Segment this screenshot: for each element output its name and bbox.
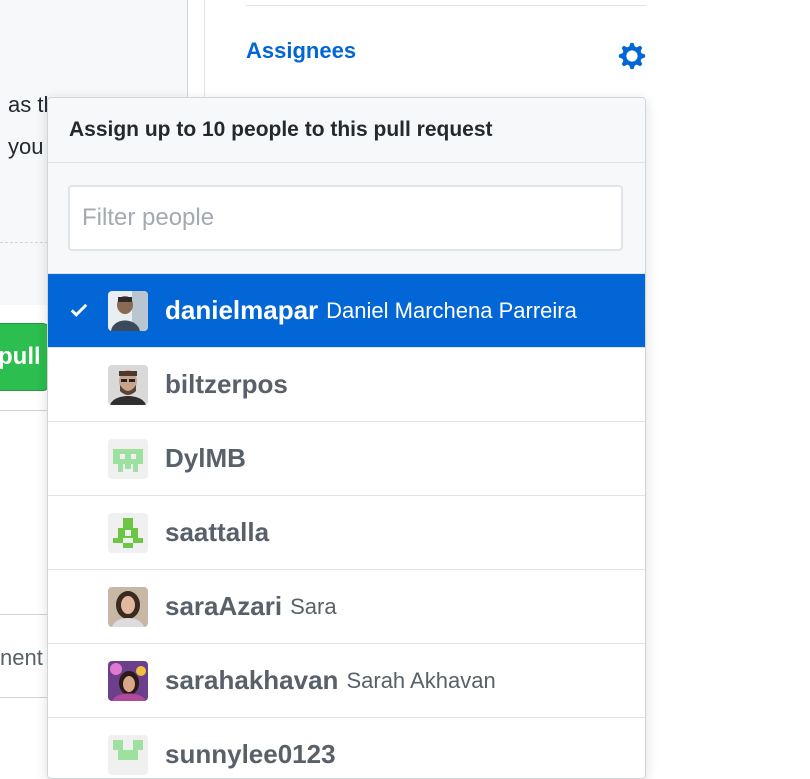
divider bbox=[0, 410, 48, 411]
avatar bbox=[108, 364, 148, 405]
person-login: biltzerpos bbox=[165, 369, 288, 399]
person-login: DylMB bbox=[165, 443, 246, 473]
avatar bbox=[108, 660, 148, 701]
person-login: sunnylee0123 bbox=[165, 739, 336, 769]
person-login: saraAzari bbox=[165, 591, 283, 621]
avatar bbox=[108, 290, 148, 331]
person-row-saattalla[interactable]: saattalla bbox=[48, 496, 645, 570]
sidebar-divider bbox=[246, 5, 646, 6]
person-login: sarahakhavan bbox=[165, 665, 339, 695]
assignees-heading[interactable]: Assignees bbox=[246, 38, 356, 64]
person-row-biltzerpos[interactable]: biltzerpos bbox=[48, 348, 645, 422]
people-list: danielmapar Daniel Marchena Parreira bil… bbox=[48, 274, 645, 778]
person-row-saraazari[interactable]: saraAzari Sara bbox=[48, 570, 645, 644]
divider bbox=[0, 614, 48, 615]
person-row-sunnylee0123[interactable]: sunnylee0123 bbox=[48, 718, 645, 778]
person-full-name: Sara bbox=[290, 593, 337, 619]
divider bbox=[0, 697, 48, 698]
comment-text: nent bbox=[0, 645, 43, 670]
person-row-sarahakhavan[interactable]: sarahakhavan Sarah Akhavan bbox=[48, 644, 645, 718]
gear-icon[interactable] bbox=[617, 41, 647, 71]
person-full-name: Daniel Marchena Parreira bbox=[326, 297, 577, 323]
create-pull-request-button[interactable]: pull bbox=[0, 323, 49, 391]
check-icon bbox=[48, 274, 108, 347]
avatar bbox=[108, 734, 148, 775]
person-login: danielmapar bbox=[165, 295, 319, 325]
avatar bbox=[108, 512, 148, 553]
person-row-danielmapar[interactable]: danielmapar Daniel Marchena Parreira bbox=[48, 274, 645, 348]
avatar bbox=[108, 438, 148, 479]
person-login: saattalla bbox=[165, 517, 270, 547]
person-row-dylmb[interactable]: DylMB bbox=[48, 422, 645, 496]
person-full-name: Sarah Akhavan bbox=[346, 667, 496, 693]
filter-people-input[interactable] bbox=[68, 185, 623, 251]
avatar bbox=[108, 586, 148, 627]
dropdown-title: Assign up to 10 people to this pull requ… bbox=[48, 98, 645, 163]
filter-section bbox=[48, 163, 645, 274]
assignees-dropdown: Assign up to 10 people to this pull requ… bbox=[47, 97, 646, 779]
